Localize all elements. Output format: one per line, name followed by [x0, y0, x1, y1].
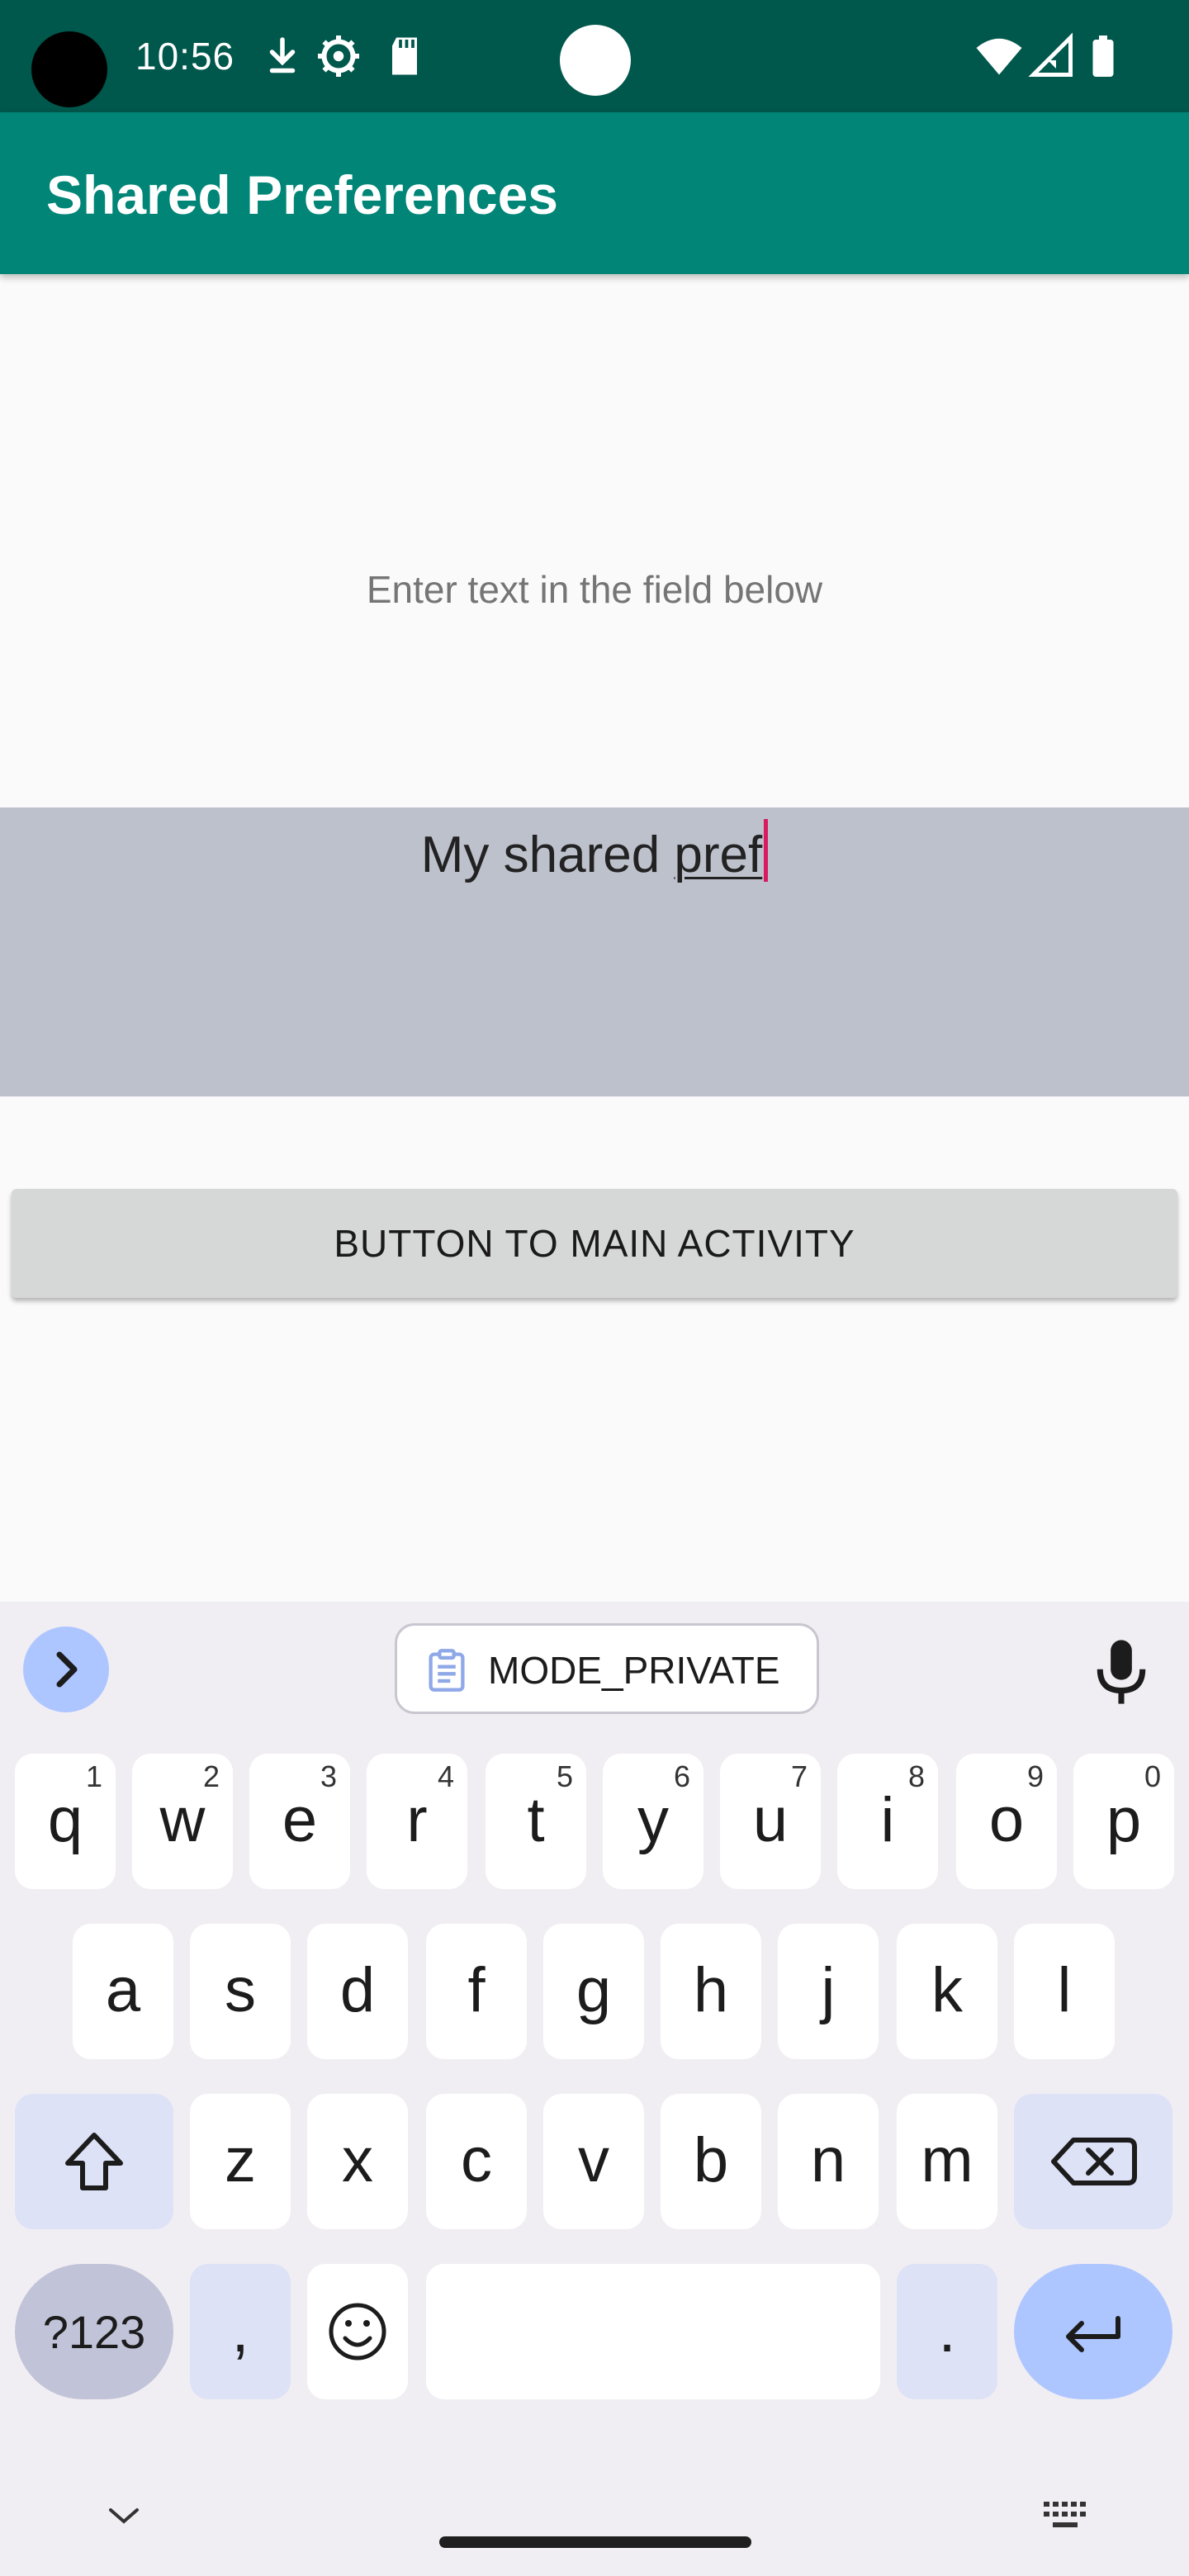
- key-q[interactable]: q1: [15, 1754, 116, 1889]
- composing-text: pref: [674, 826, 763, 883]
- keyboard-switch-icon[interactable]: [1042, 2498, 1090, 2531]
- app-title: Shared Preferences: [46, 164, 559, 225]
- emoji-key[interactable]: [307, 2264, 408, 2399]
- key-m[interactable]: m: [897, 2094, 997, 2229]
- key-e[interactable]: e3: [249, 1754, 350, 1889]
- sd-card-icon: [392, 37, 417, 75]
- space-key[interactable]: [426, 2264, 880, 2399]
- key-s[interactable]: s: [190, 1924, 291, 2059]
- key-k[interactable]: k: [897, 1924, 997, 2059]
- status-time: 10:56: [135, 35, 235, 78]
- backspace-icon: [1051, 2138, 1137, 2185]
- microphone-icon[interactable]: [1088, 1635, 1154, 1709]
- text-cursor: [764, 819, 769, 882]
- comma-key[interactable]: ,: [190, 2264, 291, 2399]
- battery-icon: [1092, 36, 1114, 77]
- text-input-field[interactable]: My shared pref: [0, 807, 1189, 1096]
- key-p[interactable]: p0: [1073, 1754, 1174, 1889]
- committed-text: My shared: [420, 826, 675, 883]
- period-key[interactable]: .: [897, 2264, 997, 2399]
- backspace-key[interactable]: [1014, 2094, 1172, 2229]
- clipboard-suggestion-chip[interactable]: MODE_PRIVATE: [395, 1623, 819, 1714]
- key-j[interactable]: j: [778, 1924, 879, 2059]
- instruction-text: Enter text in the field below: [366, 568, 823, 611]
- enter-icon: [1066, 2316, 1120, 2352]
- key-f[interactable]: f: [426, 1924, 527, 2059]
- key-h[interactable]: h: [661, 1924, 761, 2059]
- key-l[interactable]: l: [1014, 1924, 1115, 2059]
- key-g[interactable]: g: [543, 1924, 644, 2059]
- key-o[interactable]: o9: [956, 1754, 1057, 1889]
- key-w[interactable]: w2: [132, 1754, 233, 1889]
- key-d[interactable]: d: [307, 1924, 408, 2059]
- cellular-signal-icon: [1028, 32, 1073, 77]
- key-r[interactable]: r4: [367, 1754, 467, 1889]
- download-icon: [269, 37, 296, 73]
- key-b[interactable]: b: [661, 2094, 761, 2229]
- app-bar: Shared Preferences: [0, 112, 1189, 274]
- key-i[interactable]: i8: [837, 1754, 938, 1889]
- key-c[interactable]: c: [426, 2094, 527, 2229]
- hide-keyboard-chevron-icon[interactable]: [106, 2503, 142, 2528]
- clipboard-icon: [429, 1649, 465, 1692]
- wifi-icon: [976, 38, 1022, 75]
- status-bar: 10:56: [0, 0, 1189, 112]
- key-a[interactable]: a: [73, 1924, 173, 2059]
- key-u[interactable]: u7: [720, 1754, 821, 1889]
- shift-icon: [65, 2133, 123, 2190]
- emoji-icon: [329, 2303, 386, 2361]
- keyboard-toolbar-expand-button[interactable]: [23, 1627, 109, 1712]
- input-text: My shared pref: [0, 819, 1189, 888]
- soft-keyboard: MODE_PRIVATE q1 w2 e3 r4 t5 y6 u7 i8 o9 …: [0, 1602, 1189, 2576]
- chevron-right-icon: [56, 1651, 78, 1688]
- key-z[interactable]: z: [190, 2094, 291, 2229]
- enter-key[interactable]: [1014, 2264, 1172, 2399]
- key-n[interactable]: n: [778, 2094, 879, 2229]
- key-y[interactable]: y6: [603, 1754, 703, 1889]
- suggestion-label: MODE_PRIVATE: [488, 1649, 780, 1692]
- symbols-key[interactable]: ?123: [15, 2264, 173, 2399]
- home-indicator[interactable]: [439, 2536, 751, 2548]
- settings-icon: [318, 36, 359, 77]
- key-t[interactable]: t5: [486, 1754, 586, 1889]
- key-v[interactable]: v: [543, 2094, 644, 2229]
- main-activity-button[interactable]: BUTTON TO MAIN ACTIVITY: [12, 1189, 1177, 1298]
- camera-cutout: [31, 31, 107, 107]
- center-indicator-dot: [560, 25, 631, 96]
- shift-key[interactable]: [15, 2094, 173, 2229]
- key-x[interactable]: x: [307, 2094, 408, 2229]
